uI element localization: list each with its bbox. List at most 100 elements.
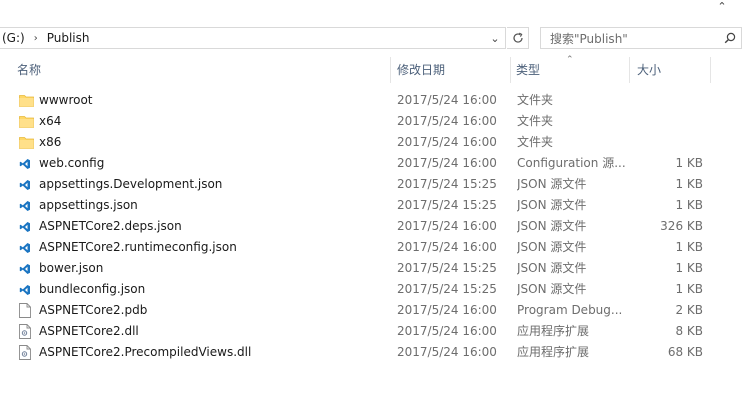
vscode-file-icon — [19, 237, 35, 258]
dll-file-icon — [19, 321, 35, 342]
file-size: 1 KB — [675, 282, 703, 296]
file-name: appsettings.Development.json — [39, 177, 223, 191]
file-type: JSON 源文件 — [517, 282, 587, 296]
blank-file-icon — [19, 300, 35, 321]
file-modified-date: 2017/5/24 15:25 — [397, 177, 497, 191]
file-modified-date: 2017/5/24 16:00 — [397, 93, 497, 107]
sort-ascending-icon: ⌃ — [566, 55, 574, 65]
file-row[interactable]: x86 2017/5/24 16:00 文件夹 — [0, 132, 742, 153]
file-name: wwwroot — [39, 93, 93, 107]
file-modified-date: 2017/5/24 16:00 — [397, 324, 497, 338]
vscode-file-icon — [19, 258, 35, 279]
breadcrumb-chevron-icon[interactable]: › — [34, 33, 38, 44]
file-type: JSON 源文件 — [517, 177, 587, 191]
file-row[interactable]: ASPNETCore2.dll 2017/5/24 16:00 应用程序扩展 8 KB — [0, 321, 742, 342]
file-type: 应用程序扩展 — [517, 324, 590, 338]
file-row[interactable]: ASPNETCore2.runtimeconfig.json 2017/5/24 … — [0, 237, 742, 258]
file-size: 1 KB — [675, 240, 703, 254]
file-name: appsettings.json — [39, 198, 138, 212]
file-modified-date: 2017/5/24 15:25 — [397, 282, 497, 296]
file-name: ASPNETCore2.PrecompiledViews.dll — [39, 345, 252, 359]
refresh-button[interactable] — [507, 27, 529, 49]
refresh-icon — [512, 32, 523, 43]
address-dropdown-icon[interactable]: ⌄ — [488, 30, 502, 46]
file-row[interactable]: ASPNETCore2.pdb 2017/5/24 16:00 Program De… — [0, 300, 742, 321]
column-header-type[interactable]: 类型 — [516, 57, 540, 83]
file-row[interactable]: ASPNETCore2.deps.json 2017/5/24 16:00 JSON… — [0, 216, 742, 237]
file-row[interactable]: x64 2017/5/24 16:00 文件夹 — [0, 111, 742, 132]
file-modified-date: 2017/5/24 16:00 — [397, 156, 497, 170]
file-modified-date: 2017/5/24 16:00 — [397, 303, 497, 317]
file-modified-date: 2017/5/24 16:00 — [397, 345, 497, 359]
folder-icon — [19, 90, 35, 111]
file-name: bundleconfig.json — [39, 282, 146, 296]
file-type: JSON 源文件 — [517, 198, 587, 212]
vscode-file-icon — [19, 153, 35, 174]
file-modified-date: 2017/5/24 16:00 — [397, 240, 497, 254]
vscode-file-icon — [19, 195, 35, 216]
search-icon[interactable] — [719, 28, 741, 48]
file-type: Configuration 源... — [517, 156, 626, 170]
file-row[interactable]: ASPNETCore2.PrecompiledViews.dll 2017/5/2… — [0, 342, 742, 363]
file-name: ASPNETCore2.deps.json — [39, 219, 182, 233]
folder-icon — [19, 111, 35, 132]
file-size: 8 KB — [675, 324, 703, 338]
file-row[interactable]: appsettings.json 2017/5/24 15:25 JSON 源文件 1… — [0, 195, 742, 216]
column-header-date[interactable]: 修改日期 — [397, 57, 445, 83]
file-size: 1 KB — [675, 261, 703, 275]
file-type: 文件夹 — [517, 135, 554, 149]
file-size: 2 KB — [675, 303, 703, 317]
address-bar[interactable]: (G:) › Publish ⌄ — [0, 27, 506, 49]
file-modified-date: 2017/5/24 16:00 — [397, 114, 497, 128]
file-type: JSON 源文件 — [517, 219, 587, 233]
file-size — [632, 90, 703, 111]
file-size: 1 KB — [675, 156, 703, 170]
file-type: 文件夹 — [517, 114, 554, 128]
file-size — [632, 111, 703, 132]
file-type: 应用程序扩展 — [517, 345, 590, 359]
file-list: wwwroot 2017/5/24 16:00 文件夹 x64 2017/5/24 16… — [0, 90, 742, 363]
file-size: 326 KB — [660, 219, 703, 233]
breadcrumb-folder[interactable]: Publish — [47, 31, 90, 45]
file-row[interactable]: web.config 2017/5/24 16:00 Configuration 源… — [0, 153, 742, 174]
file-size: 1 KB — [675, 177, 703, 191]
file-modified-date: 2017/5/24 15:25 — [397, 198, 497, 212]
column-header-row: 名称 修改日期 ⌃ 类型 大小 — [0, 55, 742, 83]
file-type: Program Debug... — [517, 303, 623, 317]
file-modified-date: 2017/5/24 16:00 — [397, 135, 497, 149]
file-row[interactable]: appsettings.Development.json 2017/5/24 15… — [0, 174, 742, 195]
vscode-file-icon — [19, 279, 35, 300]
vscode-file-icon — [19, 216, 35, 237]
file-name: web.config — [39, 156, 105, 170]
column-header-name[interactable]: 名称 — [17, 57, 41, 83]
search-input[interactable]: 搜索"Publish" — [541, 30, 719, 47]
collapse-ribbon-icon[interactable]: ⌃ — [715, 0, 729, 14]
file-modified-date: 2017/5/24 16:00 — [397, 219, 497, 233]
column-divider[interactable] — [710, 57, 711, 83]
file-type: 文件夹 — [517, 93, 554, 107]
column-divider[interactable] — [390, 57, 391, 83]
dll-file-icon — [19, 342, 35, 363]
file-size: 1 KB — [675, 198, 703, 212]
file-name: bower.json — [39, 261, 104, 275]
file-size — [632, 132, 703, 153]
file-row[interactable]: bundleconfig.json 2017/5/24 15:25 JSON 源文件… — [0, 279, 742, 300]
file-name: ASPNETCore2.pdb — [39, 303, 148, 317]
column-divider[interactable] — [510, 57, 511, 83]
file-name: ASPNETCore2.runtimeconfig.json — [39, 240, 237, 254]
file-type: JSON 源文件 — [517, 261, 587, 275]
file-type: JSON 源文件 — [517, 240, 587, 254]
file-name: ASPNETCore2.dll — [39, 324, 139, 338]
file-modified-date: 2017/5/24 15:25 — [397, 261, 497, 275]
column-divider[interactable] — [629, 57, 630, 83]
file-size: 68 KB — [667, 345, 703, 359]
breadcrumb-drive[interactable]: (G:) — [0, 31, 25, 45]
folder-icon — [19, 132, 35, 153]
file-row[interactable]: wwwroot 2017/5/24 16:00 文件夹 — [0, 90, 742, 111]
vscode-file-icon — [19, 174, 35, 195]
file-name: x86 — [39, 135, 62, 149]
file-row[interactable]: bower.json 2017/5/24 15:25 JSON 源文件 1 KB — [0, 258, 742, 279]
search-box[interactable]: 搜索"Publish" — [540, 27, 742, 49]
file-name: x64 — [39, 114, 62, 128]
column-header-size[interactable]: 大小 — [637, 57, 661, 83]
